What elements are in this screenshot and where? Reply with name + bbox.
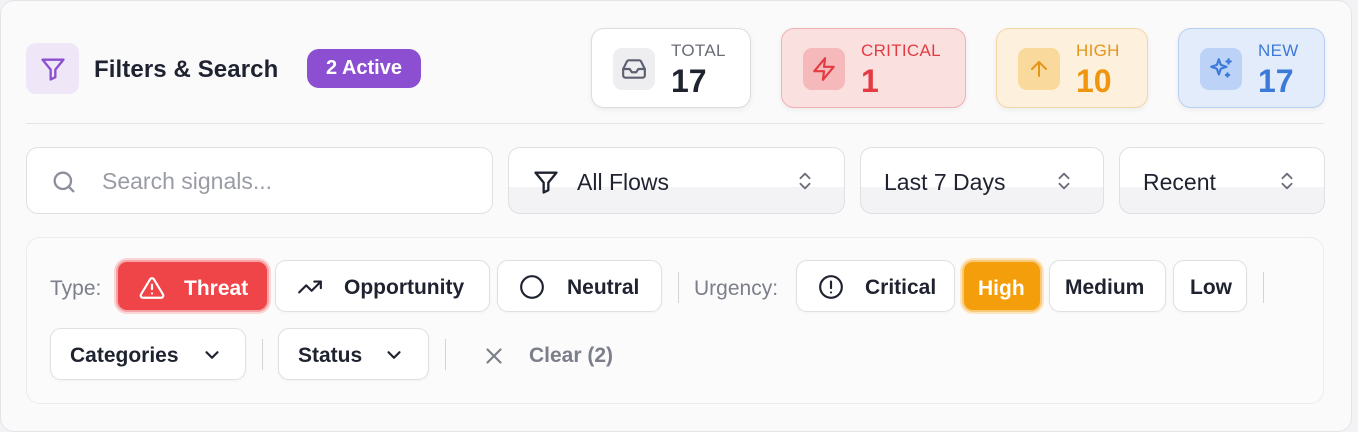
chip-label: Neutral [567,276,640,299]
inbox-icon [613,48,655,90]
chip-type-neutral[interactable]: Neutral [497,260,662,312]
chip-label: Critical [865,276,937,299]
stat-value: 1 [861,63,879,99]
flows-select-value: All Flows [577,169,670,195]
close-icon [486,348,502,364]
chip-urgency-low[interactable]: Low [1173,260,1247,312]
chip-label: High [978,277,1025,300]
stat-card-high[interactable]: HIGH 10 [996,28,1148,108]
filter-icon [40,58,65,81]
dropdown-label: Categories [70,344,179,367]
alert-triangle-icon [139,277,165,299]
status-dropdown[interactable]: Status [278,328,429,380]
chip-type-opportunity[interactable]: Opportunity [275,260,490,312]
stat-card-critical[interactable]: CRITICAL 1 [781,28,966,108]
chevron-down-icon [205,351,219,359]
chevrons-up-down-icon [799,172,811,190]
type-filter-label: Type: [50,277,102,300]
stat-label: HIGH [1076,41,1120,60]
chip-label: Threat [184,277,249,300]
trending-up-icon [298,280,322,294]
flows-select[interactable]: All Flows [508,147,845,214]
group-divider [445,339,446,370]
chip-label: Opportunity [344,276,465,299]
zap-icon [803,48,845,90]
chevron-down-icon [387,351,401,359]
chip-label: Low [1190,276,1232,299]
stat-label: NEW [1258,41,1299,60]
group-divider [262,339,263,370]
stat-label: TOTAL [671,41,726,60]
search-icon [53,171,75,193]
circle-icon [520,275,544,299]
search-input[interactable] [102,162,472,200]
stat-card-total[interactable]: TOTAL 17 [591,28,751,108]
sort-select-value: Recent [1143,169,1216,195]
stat-value: 17 [1258,63,1294,99]
urgency-filter-label: Urgency: [694,277,779,300]
sort-select[interactable]: Recent [1119,147,1325,214]
active-filters-badge: 2 Active [307,49,421,88]
stat-card-new[interactable]: NEW 17 [1178,28,1325,108]
search-box[interactable] [26,147,493,214]
chevrons-up-down-icon [1281,172,1293,190]
stat-value: 10 [1076,63,1112,99]
group-divider [678,272,679,303]
arrow-up-icon [1018,48,1060,90]
chip-label: Medium [1065,276,1145,299]
filters-panel: Filters & Search 2 Active TOTAL 17 CRITI… [0,0,1352,432]
chip-urgency-high[interactable]: High [962,260,1042,312]
chip-urgency-critical[interactable]: Critical [796,260,955,312]
sparkles-icon [1200,48,1242,90]
alert-circle-icon [819,275,843,299]
chip-urgency-medium[interactable]: Medium [1049,260,1166,312]
categories-dropdown[interactable]: Categories [50,328,246,380]
filter-icon-badge [26,43,79,94]
stat-label: CRITICAL [861,41,941,60]
chip-type-threat[interactable]: Threat [116,260,269,312]
panel-title: Filters & Search [94,56,279,83]
clear-filters-label: Clear (2) [529,344,614,367]
date-range-value: Last 7 Days [884,169,1006,195]
header-divider [26,123,1324,124]
stat-value: 17 [671,63,707,99]
date-range-select[interactable]: Last 7 Days [860,147,1104,214]
group-divider [1263,272,1264,303]
filter-icon [534,171,558,194]
dropdown-label: Status [298,344,363,367]
chevrons-up-down-icon [1058,172,1070,190]
